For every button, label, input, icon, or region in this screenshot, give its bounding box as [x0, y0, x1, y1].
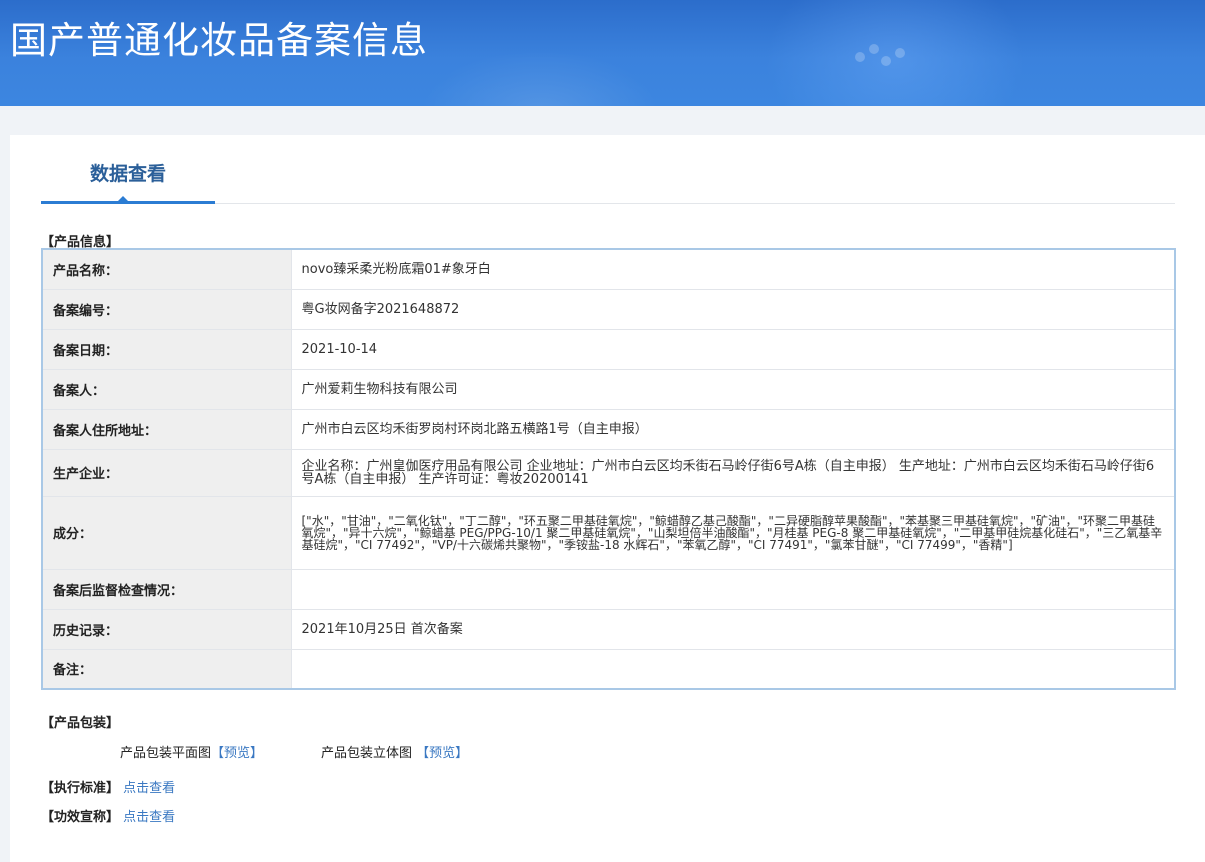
row-value: ["水"，"甘油"，"二氧化钛"，"丁二醇"，"环五聚二甲基硅氧烷"，"鲸蜡醇乙… [290, 495, 1176, 570]
packaging-solid-label: 产品包装立体图 [321, 746, 413, 761]
row-value [290, 568, 1176, 610]
efficacy-label: 【功效宣称】 [41, 810, 120, 825]
table-row: 备案人住所地址： 广州市白云区均禾街罗岗村环岗北路五横路1号（自主申报） [41, 408, 1176, 450]
packaging-solid: 产品包装立体图 【预览】 [321, 742, 468, 761]
product-info-table: 产品名称： novo臻采柔光粉底霜01#象牙白 备案编号： 粤G妆网备字2021… [41, 248, 1176, 690]
table-row: 备案编号： 粤G妆网备字2021648872 [41, 288, 1176, 330]
tab-bar: 数据查看 [41, 135, 1175, 204]
row-value: 粤G妆网备字2021648872 [290, 288, 1176, 330]
row-label: 历史记录： [41, 608, 292, 650]
packaging-section-title: 【产品包装】 [41, 716, 120, 731]
tab-data-view-label: 数据查看 [89, 163, 166, 185]
row-value: 2021-10-14 [290, 328, 1176, 370]
row-label: 备案编号： [41, 288, 292, 330]
row-value: novo臻采柔光粉底霜01#象牙白 [290, 248, 1176, 290]
row-label: 备注： [41, 648, 292, 690]
tab-data-view[interactable]: 数据查看 [41, 135, 215, 204]
row-value: 广州市白云区均禾街罗岗村环岗北路五横路1号（自主申报） [290, 408, 1176, 450]
banner-dots-decoration [855, 40, 915, 80]
table-row: 备注： [41, 648, 1176, 690]
table-row: 生产企业： 企业名称：广州皇伽医疗用品有限公司 企业地址：广州市白云区均禾街石马… [41, 448, 1176, 497]
table-row: 成分： ["水"，"甘油"，"二氧化钛"，"丁二醇"，"环五聚二甲基硅氧烷"，"… [41, 495, 1176, 570]
row-value: 广州爱莉生物科技有限公司 [290, 368, 1176, 410]
standard-view-link[interactable]: 点击查看 [123, 781, 175, 796]
efficacy-view-link[interactable]: 点击查看 [123, 810, 175, 825]
row-value: 2021年10月25日 首次备案 [290, 608, 1176, 650]
content-panel: 数据查看 【产品信息】 产品名称： novo臻采柔光粉底霜01#象牙白 备案编号… [10, 135, 1205, 862]
efficacy-row: 【功效宣称】 点击查看 [41, 806, 175, 825]
row-label: 备案人： [41, 368, 292, 410]
table-row: 备案人： 广州爱莉生物科技有限公司 [41, 368, 1176, 410]
packaging-solid-preview-link[interactable]: 【预览】 [416, 746, 468, 761]
standard-label: 【执行标准】 [41, 781, 120, 796]
row-label: 备案日期： [41, 328, 292, 370]
packaging-flat-preview-link[interactable]: 【预览】 [211, 746, 263, 761]
table-row: 历史记录： 2021年10月25日 首次备案 [41, 608, 1176, 650]
row-value: 企业名称：广州皇伽医疗用品有限公司 企业地址：广州市白云区均禾街石马岭仔街6号A… [290, 448, 1176, 497]
table-row: 产品名称： novo臻采柔光粉底霜01#象牙白 [41, 248, 1176, 290]
row-label: 成分： [41, 495, 292, 570]
table-row: 备案后监督检查情况： [41, 568, 1176, 610]
header-banner: 国产普通化妆品备案信息 [0, 0, 1205, 106]
row-label: 生产企业： [41, 448, 292, 497]
packaging-flat: 产品包装平面图【预览】 [120, 742, 263, 761]
banner-glow [420, 50, 660, 106]
packaging-flat-label: 产品包装平面图 [120, 746, 212, 761]
row-label: 备案人住所地址： [41, 408, 292, 450]
table-row: 备案日期： 2021-10-14 [41, 328, 1176, 370]
standard-row: 【执行标准】 点击查看 [41, 777, 175, 796]
row-label: 产品名称： [41, 248, 292, 290]
row-value [290, 648, 1176, 690]
tab-active-caret-icon [117, 196, 129, 202]
page-title: 国产普通化妆品备案信息 [10, 19, 428, 62]
row-label: 备案后监督检查情况： [41, 568, 292, 610]
